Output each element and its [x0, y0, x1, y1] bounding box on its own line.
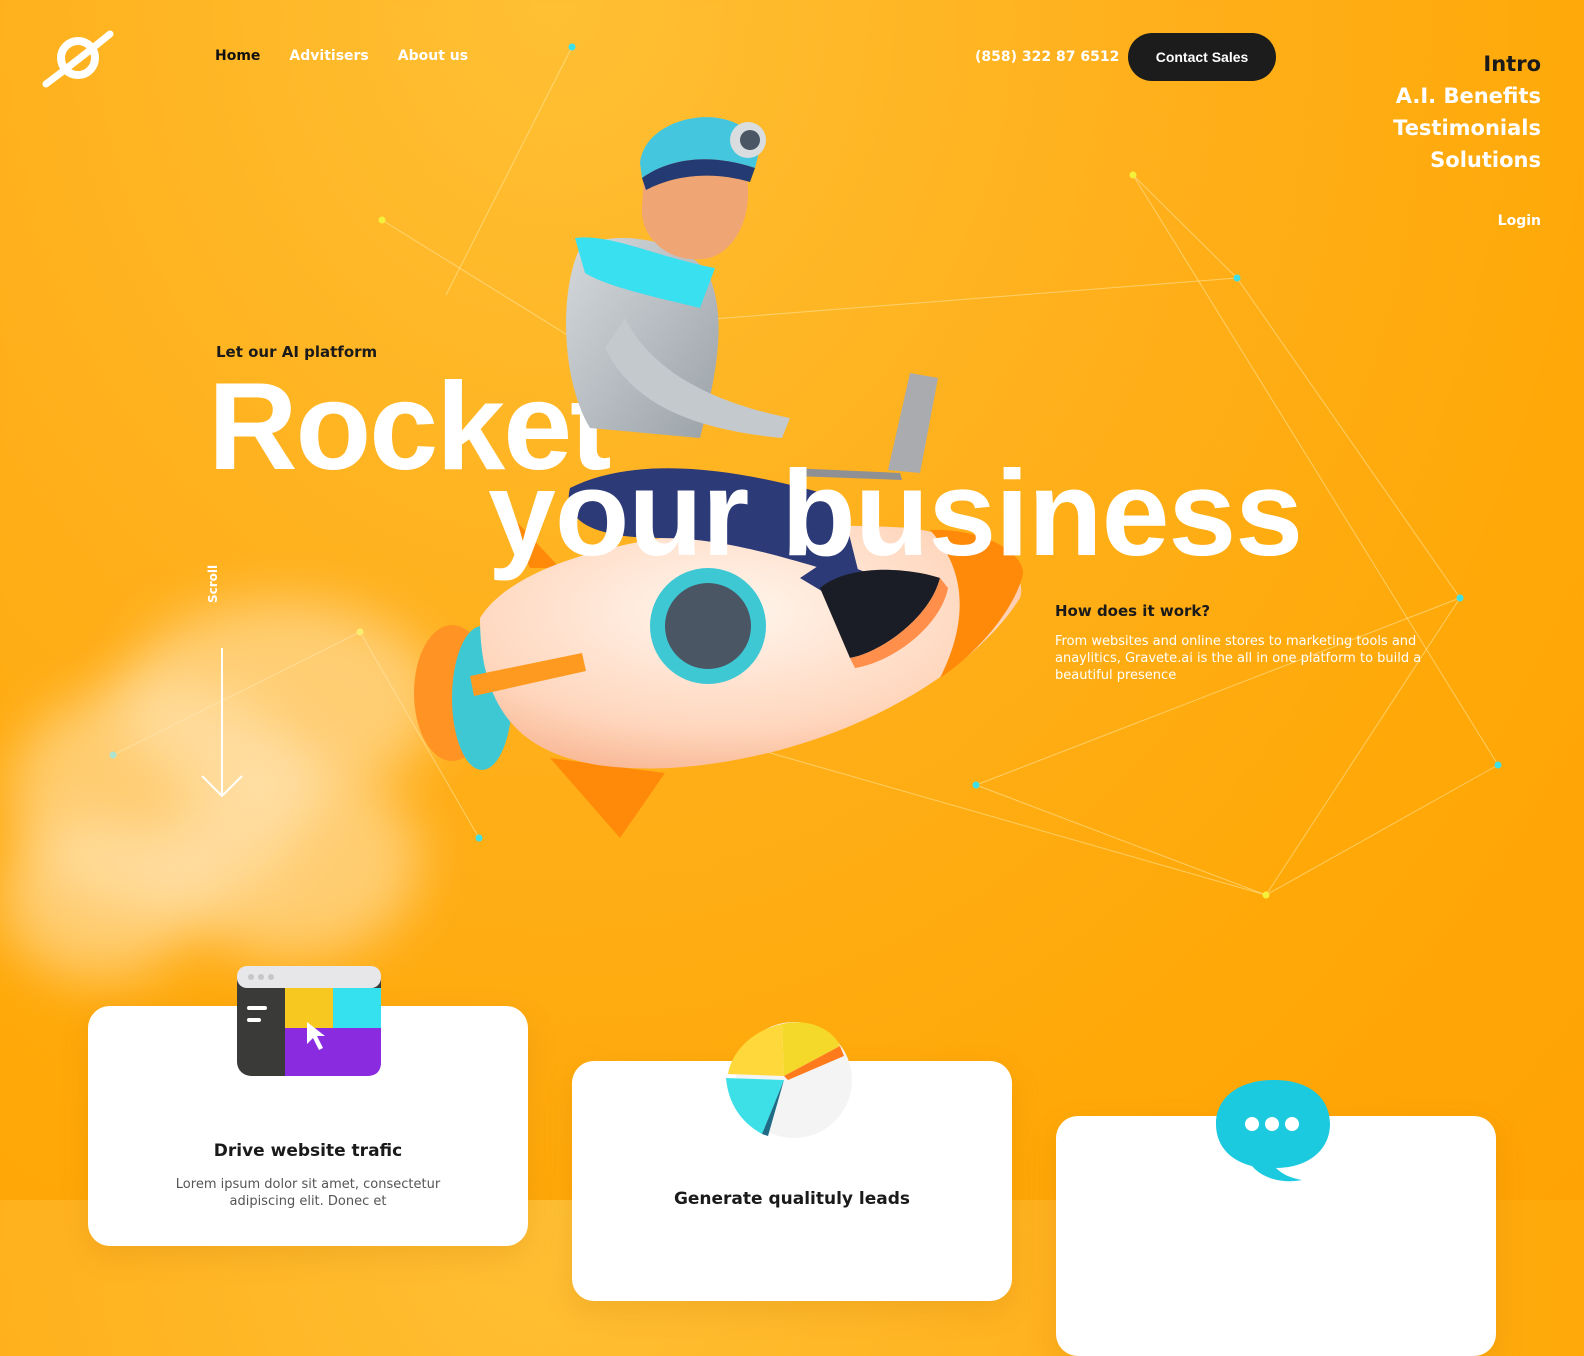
browser-window-icon [237, 966, 381, 1076]
arrow-down-icon[interactable] [200, 648, 244, 800]
pie-chart-icon [726, 1022, 852, 1138]
section-nav-solutions[interactable]: Solutions [1393, 144, 1541, 176]
scroll-label: Scroll [206, 564, 220, 603]
nav-item-advitisers[interactable]: Advitisers [289, 48, 368, 64]
section-nav-ai-benefits[interactable]: A.I. Benefits [1393, 80, 1541, 112]
card-title: Generate qualituly leads [673, 1189, 911, 1209]
phone-number-link[interactable]: (858) 322 87 6512 [975, 49, 1119, 65]
smoke-cloud [160, 760, 420, 960]
section-nav: Intro A.I. Benefits Testimonials Solutio… [1393, 48, 1541, 176]
section-nav-testimonials[interactable]: Testimonials [1393, 112, 1541, 144]
contact-sales-button[interactable]: Contact Sales [1128, 33, 1276, 81]
how-it-works-text: From websites and online stores to marke… [1055, 634, 1422, 683]
nav-item-home[interactable]: Home [215, 48, 260, 64]
card-title: Drive website trafic [213, 1141, 403, 1161]
main-nav: Home Advitisers About us [215, 48, 468, 64]
hero-headline-line2: your business [488, 445, 1303, 581]
login-link[interactable]: Login [1498, 213, 1541, 229]
nav-item-about-us[interactable]: About us [398, 48, 468, 64]
chat-bubble-icon [1216, 1080, 1330, 1182]
section-nav-intro[interactable]: Intro [1393, 48, 1541, 80]
orbit-logo-icon[interactable] [40, 28, 114, 90]
how-it-works-title: How does it work? [1055, 602, 1211, 620]
card-text: Lorem ipsum dolor sit amet, consectetur … [175, 1177, 441, 1209]
smoke-cloud [0, 820, 200, 980]
